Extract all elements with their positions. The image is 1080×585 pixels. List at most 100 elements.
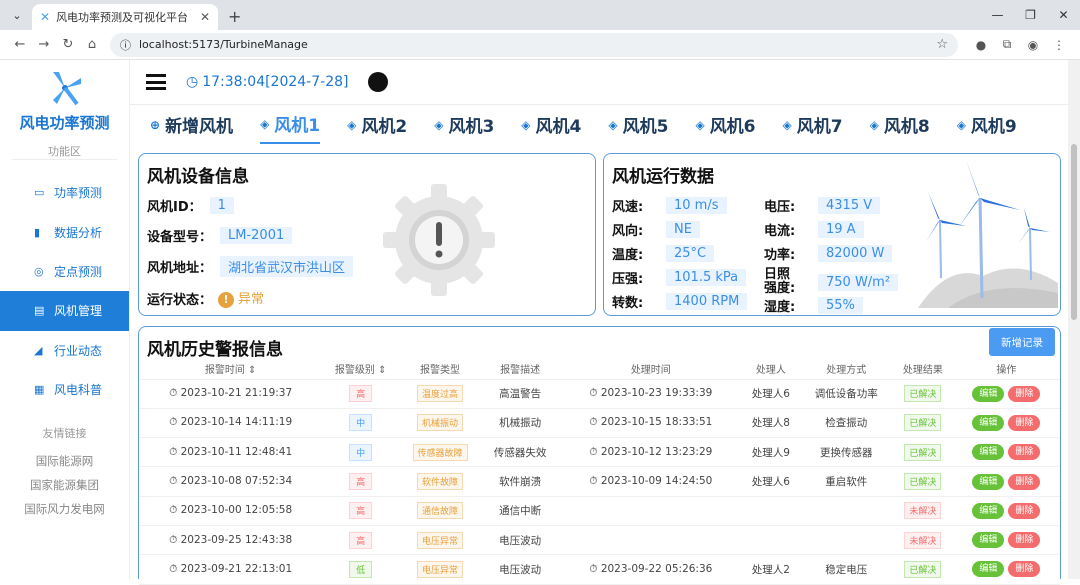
type-cell: 通信故障 [399, 496, 481, 526]
delete-button[interactable]: 删除 [1008, 561, 1041, 578]
device-info-panel: 风机设备信息 风机ID： 1 设备型号： LM-2001 风机地址： 湖北省武汉市洪山… [138, 153, 596, 316]
reload-icon[interactable]: ↻ [56, 37, 80, 52]
sidebar-item-5[interactable]: ▦ 风电科普 [0, 370, 129, 409]
edit-button[interactable]: 编辑 [972, 502, 1005, 519]
type-badge: 软件故障 [417, 473, 464, 491]
plus-circle-icon: ⊕ [150, 117, 161, 132]
column-header[interactable]: 报警时间 ⇕ [139, 359, 323, 380]
tab-turbine-2[interactable]: ◈ 风机2 [347, 106, 407, 144]
tab-turbine-5[interactable]: ◈ 风机5 [608, 106, 668, 144]
close-tab-icon[interactable]: ✕ [200, 10, 210, 24]
friend-link[interactable]: 国际风力发电网 [24, 497, 105, 521]
table-row: ⏱ 2023-09-25 12:43:38 高电压异常 电压波动 未解决 编辑 删除 [139, 525, 1060, 556]
tab-search-icon[interactable]: ⌄ [6, 4, 28, 26]
handler-cell: 处理人2 [742, 554, 800, 585]
sidebar-item-1[interactable]: ▮ 数据分析 [0, 212, 129, 251]
edit-button[interactable]: 编辑 [972, 414, 1005, 431]
delete-button[interactable]: 删除 [1008, 385, 1041, 402]
column-header[interactable]: 报警级别 ⇕ [322, 359, 400, 380]
running-row: 电流: 19 A [764, 220, 864, 239]
extensions-icon[interactable]: ⧉ [994, 37, 1020, 52]
column-header: 处理方式 [799, 359, 894, 380]
sort-icon[interactable]: ⇕ [378, 365, 386, 376]
sort-icon[interactable]: ⇕ [248, 365, 256, 376]
delete-button[interactable]: 删除 [1008, 414, 1041, 431]
process-time-cell [559, 525, 743, 556]
sidebar-item-4[interactable]: ◢ 行业动态 [0, 331, 129, 370]
sidebar-item-0[interactable]: ▭ 功率预测 [0, 173, 129, 212]
running-row: 风速: 10 m/s [612, 196, 727, 215]
cookie-extension-icon[interactable]: ● [968, 38, 994, 52]
location-icon: ◎ [34, 264, 44, 278]
tab-label: 风机1 [274, 116, 321, 136]
edit-button[interactable]: 编辑 [972, 385, 1005, 402]
tab-label: 风机6 [709, 117, 756, 137]
result-cell: 未解决 [893, 525, 953, 556]
friend-link[interactable]: 国家能源集团 [24, 473, 105, 497]
tab-turbine-3[interactable]: ◈ 风机3 [434, 106, 494, 144]
header-label: 处理结果 [902, 365, 943, 377]
tab-turbine-8[interactable]: ◈ 风机8 [870, 106, 930, 144]
maximize-icon[interactable]: ❐ [1014, 0, 1047, 30]
column-header: 报警类型 [399, 359, 481, 380]
clock-icon: ⏱ [169, 562, 181, 575]
status-value: 异常 [238, 292, 265, 307]
tab-add-turbine[interactable]: ⊕ 新增风机 [150, 106, 233, 144]
sidebar-item-3[interactable]: ▤ 风机管理 [0, 291, 129, 331]
add-record-button[interactable]: 新增记录 [989, 328, 1055, 356]
url-input[interactable]: ⓘ localhost:5173/TurbineManage ☆ [110, 32, 958, 57]
device-info-title: 风机设备信息 [147, 167, 249, 187]
delete-button[interactable]: 删除 [1008, 532, 1041, 549]
delete-button[interactable]: 删除 [1008, 502, 1041, 519]
bookmark-star-icon[interactable]: ☆ [936, 37, 948, 52]
delete-button[interactable]: 删除 [1008, 473, 1041, 490]
edit-button[interactable]: 编辑 [972, 532, 1005, 549]
level-badge: 高 [349, 385, 373, 403]
alarm-time: 2023-10-08 07:52:34 [180, 475, 293, 488]
tab-label: 风机7 [796, 117, 843, 137]
process-time: 2023-10-15 18:33:51 [600, 416, 713, 429]
edit-button[interactable]: 编辑 [972, 444, 1005, 461]
menu-toggle-icon[interactable] [146, 74, 166, 90]
browser-menu-icon[interactable]: ⋮ [1046, 38, 1072, 52]
github-icon[interactable] [368, 72, 389, 92]
running-value: NE [666, 221, 700, 238]
back-icon[interactable]: ← [8, 37, 32, 52]
clock-icon: ⏱ [169, 445, 181, 458]
level-cell: 低 [322, 554, 400, 585]
tab-turbine-7[interactable]: ◈ 风机7 [783, 106, 843, 144]
sidebar-item-2[interactable]: ◎ 定点预测 [0, 252, 129, 291]
scrollbar[interactable] [1068, 60, 1080, 579]
tab-turbine-6[interactable]: ◈ 风机6 [695, 106, 755, 144]
type-badge: 电压异常 [417, 560, 464, 578]
tab-turbine-9[interactable]: ◈ 风机9 [957, 106, 1017, 144]
delete-button[interactable]: 删除 [1008, 444, 1041, 461]
close-window-icon[interactable]: ✕ [1047, 0, 1080, 30]
method-cell: 更换传感器 [799, 437, 894, 468]
column-header: 处理人 [742, 359, 800, 380]
address-value: 湖北省武汉市洪山区 [220, 256, 354, 277]
browser-tab[interactable]: ✕ 风电功率预测及可视化平台 ✕ [32, 4, 218, 30]
edit-button[interactable]: 编辑 [972, 473, 1005, 490]
level-badge: 中 [349, 443, 373, 461]
level-cell: 中 [322, 408, 400, 439]
table-row: ⏱ 2023-10-00 12:05:58 高通信故障 通信中断 未解决 编辑 删除 [139, 496, 1060, 526]
result-badge: 未解决 [904, 531, 942, 549]
home-icon[interactable]: ⌂ [80, 37, 104, 52]
tab-label: 风机4 [535, 117, 582, 137]
alarm-time: 2023-10-11 12:48:41 [180, 445, 293, 458]
friend-link[interactable]: 国际能源网 [24, 449, 105, 473]
desc-cell: 高温警告 [481, 379, 560, 409]
profile-icon[interactable]: ◉ [1020, 38, 1046, 52]
minimize-icon[interactable]: — [981, 0, 1014, 30]
type-cell: 软件故障 [399, 466, 481, 497]
new-tab-button[interactable]: + [228, 7, 241, 26]
tab-turbine-1[interactable]: ◈ 风机1 [260, 106, 321, 144]
site-info-icon[interactable]: ⓘ [120, 37, 131, 53]
edit-button[interactable]: 编辑 [972, 561, 1005, 578]
level-badge: 高 [349, 473, 373, 491]
type-cell: 温度过高 [399, 379, 481, 409]
clock-icon: ⏱ [169, 475, 181, 488]
tab-turbine-4[interactable]: ◈ 风机4 [521, 106, 581, 144]
forward-icon[interactable]: → [32, 37, 56, 52]
